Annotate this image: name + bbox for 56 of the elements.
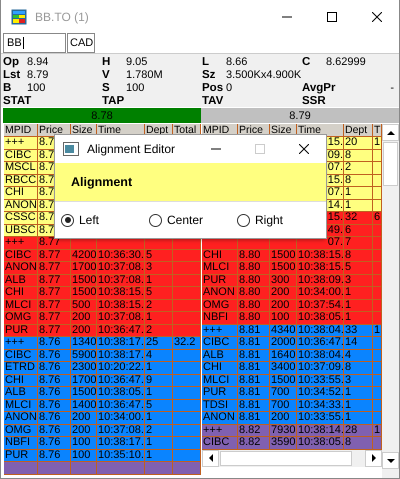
quote-label: TAP — [102, 94, 126, 106]
quote-value: 100 — [27, 82, 46, 94]
quote-label: S — [102, 82, 111, 94]
scroll-right-button[interactable] — [365, 450, 382, 466]
down-arrow-icon — [386, 458, 394, 464]
quote-label: B — [3, 82, 12, 94]
scroll-left-button[interactable] — [202, 450, 219, 466]
quote-value: 8.79 — [27, 68, 48, 80]
window-icon — [63, 142, 79, 156]
quote-value: 8.62999 — [326, 56, 366, 68]
close-icon — [372, 12, 382, 22]
column-header[interactable]: MPID — [4, 124, 38, 137]
quote-label: H — [102, 56, 112, 68]
quote-label: STAT — [3, 94, 32, 106]
quote-value: 9.05 — [126, 56, 148, 68]
radio-button[interactable] — [149, 214, 162, 226]
radio-button[interactable] — [61, 214, 74, 226]
quote-value: 0 — [226, 82, 232, 94]
maximize-icon — [326, 12, 336, 22]
column-header[interactable]: Dept — [344, 124, 373, 137]
symbol-field[interactable]: BB — [3, 33, 66, 53]
quote-value: - — [390, 82, 394, 94]
ask-price-bar: 8.79 — [201, 108, 399, 123]
scroll-down-button[interactable] — [382, 452, 399, 469]
quote-label: SSR — [302, 94, 326, 106]
right-arrow-icon — [370, 454, 376, 462]
currency-field[interactable]: CAD — [67, 33, 95, 53]
quote-label: Sz — [202, 68, 216, 80]
close-icon — [299, 144, 309, 154]
maximize-icon — [255, 144, 265, 154]
quote-value: 3.500Kx4.900K — [226, 68, 302, 80]
bid-price-bar: 8.78 — [3, 108, 201, 123]
quote-label: Pos — [202, 82, 224, 94]
scrollbar-thumb[interactable] — [220, 450, 352, 466]
alignment-radio[interactable]: Center — [149, 213, 237, 227]
quote-label: TAV — [202, 94, 224, 106]
dialog-heading: Alignment — [71, 175, 132, 189]
quote-value: 100 — [126, 82, 144, 94]
column-header[interactable]: T — [373, 124, 382, 137]
window-title: BB.TO (1) — [35, 10, 90, 24]
quote-label: L — [202, 56, 210, 68]
quote-label: C — [302, 56, 312, 68]
scroll-up-button[interactable] — [382, 124, 399, 141]
quote-label: AvgPr — [302, 82, 336, 94]
quote-value: 8.94 — [27, 56, 48, 68]
quote-label: V — [102, 68, 111, 80]
dialog-title: Alignment Editor — [87, 142, 176, 156]
scrollbar-thumb[interactable] — [383, 142, 398, 186]
radio-button[interactable] — [237, 214, 250, 226]
quote-label: Op — [3, 56, 20, 68]
up-arrow-icon — [386, 130, 394, 136]
quote-value: 1.780M — [126, 68, 163, 80]
quote-label: Lst — [3, 68, 22, 80]
quote-value: 8.66 — [226, 56, 248, 68]
app-icon — [11, 8, 27, 24]
left-arrow-icon — [208, 454, 214, 462]
